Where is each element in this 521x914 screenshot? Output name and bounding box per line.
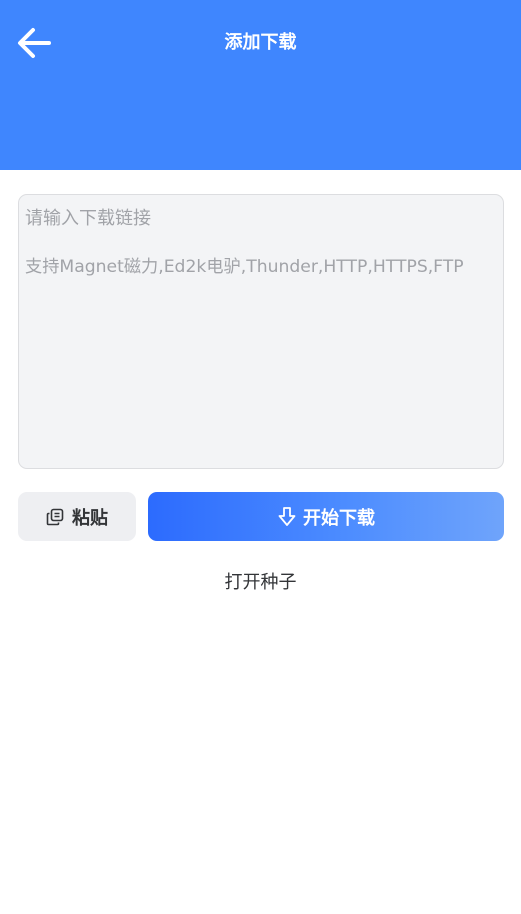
placeholder-text: 请输入下载链接 xyxy=(25,208,151,229)
paste-button[interactable]: 粘贴 xyxy=(18,492,136,541)
main-content: 请输入下载链接 支持Magnet磁力,Ed2k电驴,Thunder,HTTP,H… xyxy=(0,170,521,914)
download-arrow-icon xyxy=(277,506,297,528)
supported-protocols-hint: 支持Magnet磁力,Ed2k电驴,Thunder,HTTP,HTTPS,FTP xyxy=(25,257,464,277)
open-torrent-link[interactable]: 打开种子 xyxy=(0,570,521,596)
copy-icon xyxy=(46,508,64,526)
app-header: 添加下载 xyxy=(0,0,521,170)
page-title: 添加下载 xyxy=(224,32,297,53)
start-download-label: 开始下载 xyxy=(303,507,375,529)
paste-button-label: 粘贴 xyxy=(72,507,108,529)
download-link-input[interactable]: 请输入下载链接 支持Magnet磁力,Ed2k电驴,Thunder,HTTP,H… xyxy=(18,194,504,469)
start-download-button[interactable]: 开始下载 xyxy=(148,492,504,541)
